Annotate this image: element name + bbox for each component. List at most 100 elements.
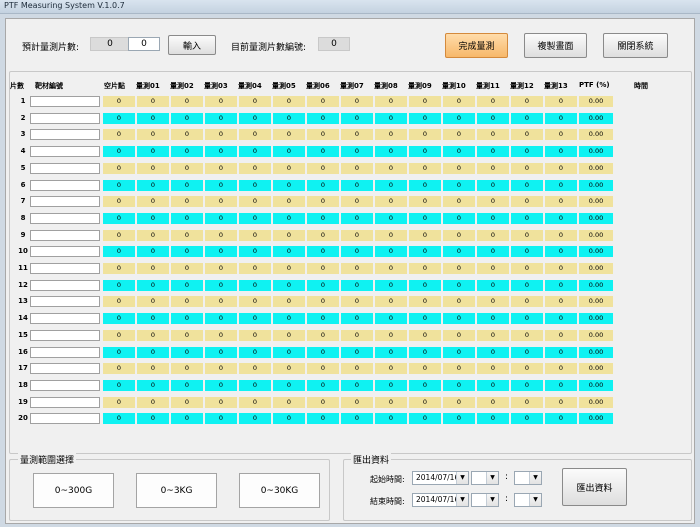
target-id-input[interactable] xyxy=(30,179,100,191)
copy-screen-button[interactable]: 複製畫面 xyxy=(524,33,587,58)
target-id-input[interactable] xyxy=(30,263,100,274)
grid-header: 片數 靶材編號 空片點 量測01 量測02 量測03 量測04 量測05 量測06 量測07 量測0… xyxy=(6,81,696,93)
row-number: 3 xyxy=(20,130,26,139)
export-data-button[interactable]: 匯出資料 xyxy=(562,468,627,506)
target-id-input[interactable] xyxy=(30,363,100,375)
measurement-cell: 0 xyxy=(273,296,305,308)
measurement-cell: 0 xyxy=(511,379,543,391)
measurement-cell: 0 xyxy=(205,212,237,224)
measurement-cell: 0 xyxy=(443,112,475,124)
end-date-picker[interactable]: 2014/07/16 ▼ xyxy=(412,493,469,507)
target-id-input[interactable] xyxy=(30,229,100,241)
target-id-input[interactable] xyxy=(30,329,100,341)
target-id-input[interactable] xyxy=(30,313,100,325)
measurement-cell: 0 xyxy=(511,96,543,107)
expected-count-label: 預計量測片數: xyxy=(22,43,80,53)
measurement-cell: 0 xyxy=(443,246,475,258)
measurement-cell: 0 xyxy=(205,229,237,241)
measurement-cell: 0 xyxy=(545,279,577,291)
measurement-cell: 0 xyxy=(375,112,407,124)
row-number: 7 xyxy=(20,197,26,206)
measurement-cell: 0 xyxy=(477,146,509,158)
target-id-input[interactable] xyxy=(30,96,100,107)
measurement-cell: 0 xyxy=(205,413,237,425)
target-id-input[interactable] xyxy=(30,146,100,158)
ptf-cell: 0.00 xyxy=(579,413,613,425)
measurement-cell: 0 xyxy=(341,396,373,408)
target-id-input[interactable] xyxy=(30,279,100,291)
measurement-cell: 0 xyxy=(137,363,169,375)
row-number: 8 xyxy=(20,213,26,222)
table-row: 3 0 0 0 0 0 0 0 0 0 0 0 0 0 0 0.00 xyxy=(6,129,696,141)
target-id-input[interactable] xyxy=(30,296,100,308)
measurement-cell: 0 xyxy=(443,296,475,308)
measurement-cell: 0 xyxy=(375,413,407,425)
measurement-cell: 0 xyxy=(273,162,305,174)
measurement-cell: 0 xyxy=(205,246,237,258)
measurement-cell: 0 xyxy=(239,263,271,274)
close-system-button[interactable]: 關閉系統 xyxy=(603,33,668,58)
measurement-cell: 0 xyxy=(273,179,305,191)
measurement-cell: 0 xyxy=(205,96,237,107)
measurement-cell: 0 xyxy=(477,179,509,191)
range-30kg-button[interactable]: 0~30KG xyxy=(239,473,320,508)
grid-header-14: 量測12 xyxy=(510,82,534,90)
measurement-cell: 0 xyxy=(171,329,203,341)
start-minute-select[interactable]: ▼ xyxy=(514,471,542,485)
grid-header-1: 靶材編號 xyxy=(35,82,63,90)
table-row: 16 0 0 0 0 0 0 0 0 0 0 0 0 0 0 0.00 xyxy=(6,346,696,359)
window-title: PTF Measuring System V.1.0.7 xyxy=(4,1,125,10)
target-id-input[interactable] xyxy=(30,129,100,141)
measurement-cell: 0 xyxy=(171,296,203,308)
target-id-input[interactable] xyxy=(30,162,100,174)
measurement-cell: 0 xyxy=(545,346,577,358)
expected-count-input[interactable]: 0 xyxy=(128,37,160,51)
ptf-cell: 0.00 xyxy=(579,96,613,107)
row-number: 14 xyxy=(18,314,28,323)
measurement-cell: 0 xyxy=(443,196,475,208)
target-id-input[interactable] xyxy=(30,246,100,258)
range-3kg-button[interactable]: 0~3KG xyxy=(136,473,217,508)
table-row: 11 0 0 0 0 0 0 0 0 0 0 0 0 0 0 0.00 xyxy=(6,263,696,275)
target-id-input[interactable] xyxy=(30,379,100,391)
measurement-cell: 0 xyxy=(409,229,441,241)
target-id-input[interactable] xyxy=(30,112,100,124)
measurement-cell: 0 xyxy=(205,162,237,174)
target-id-input[interactable] xyxy=(30,196,100,208)
measurement-cell: 0 xyxy=(205,129,237,141)
measurement-cell: 0 xyxy=(205,279,237,291)
target-id-input[interactable] xyxy=(30,413,100,425)
measurement-cell: 0 xyxy=(341,246,373,258)
measurement-cell: 0 xyxy=(307,296,339,308)
start-date-picker[interactable]: 2014/07/16 ▼ xyxy=(412,471,469,485)
measurement-cell: 0 xyxy=(205,179,237,191)
end-hour-select[interactable]: ▼ xyxy=(471,493,499,507)
measurement-cell: 0 xyxy=(307,179,339,191)
measurement-cell: 0 xyxy=(273,112,305,124)
measurement-cell: 0 xyxy=(171,96,203,107)
target-id-input[interactable] xyxy=(30,396,100,408)
measurement-cell: 0 xyxy=(511,112,543,124)
measurement-cell: 0 xyxy=(103,129,135,141)
measurement-cell: 0 xyxy=(103,246,135,258)
measurement-cell: 0 xyxy=(375,363,407,375)
measurement-cell: 0 xyxy=(137,246,169,258)
end-minute-select[interactable]: ▼ xyxy=(514,493,542,507)
measurement-cell: 0 xyxy=(511,229,543,241)
measurement-cell: 0 xyxy=(341,112,373,124)
measurement-cell: 0 xyxy=(409,196,441,208)
grid-header-13: 量測11 xyxy=(476,82,500,90)
measurement-cell: 0 xyxy=(511,346,543,358)
input-button[interactable]: 輸入 xyxy=(168,35,216,55)
table-row: 10 0 0 0 0 0 0 0 0 0 0 0 0 0 0 0.00 xyxy=(6,246,696,258)
target-id-input[interactable] xyxy=(30,212,100,224)
table-row: 1 0 0 0 0 0 0 0 0 0 0 0 0 0 0 0.00 xyxy=(6,96,696,108)
range-300g-button[interactable]: 0~300G xyxy=(33,473,114,508)
complete-measurement-button[interactable]: 完成量測 xyxy=(445,33,508,58)
measurement-cell: 0 xyxy=(511,413,543,425)
measurement-cell: 0 xyxy=(477,346,509,358)
measurement-cell: 0 xyxy=(273,279,305,291)
target-id-input[interactable] xyxy=(30,346,100,358)
start-hour-select[interactable]: ▼ xyxy=(471,471,499,485)
ptf-cell: 0.00 xyxy=(579,112,613,124)
